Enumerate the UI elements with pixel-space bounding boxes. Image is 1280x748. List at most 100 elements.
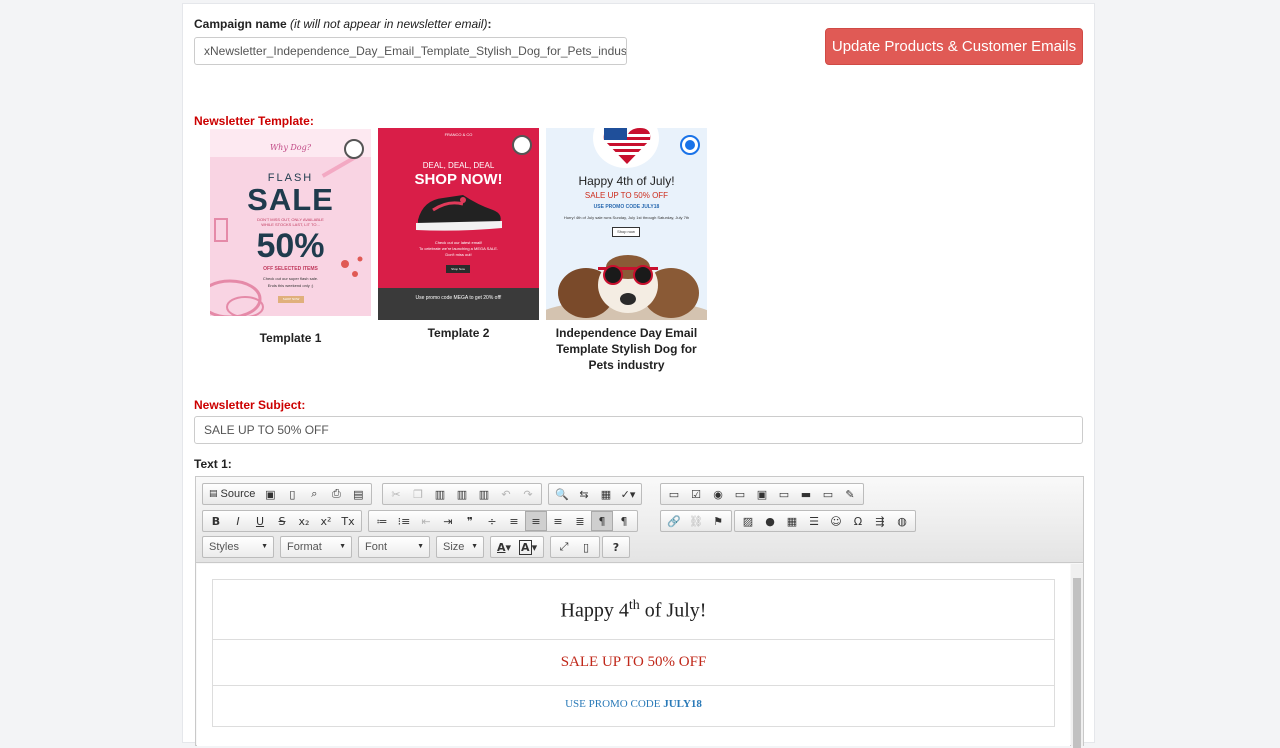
- campaign-form-panel: Campaign name (it will not appear in new…: [182, 3, 1095, 748]
- underline-icon[interactable]: U: [249, 511, 271, 531]
- copy-icon[interactable]: ❐: [407, 484, 429, 504]
- background-color-icon[interactable]: A ▾: [515, 537, 541, 557]
- bulleted-list-icon[interactable]: ⁝≡: [393, 511, 415, 531]
- page-break-icon[interactable]: ⇶: [869, 511, 891, 531]
- image-button-icon[interactable]: ▭: [817, 484, 839, 504]
- find-icon[interactable]: 🔍: [551, 484, 573, 504]
- form-icon[interactable]: ▭: [663, 484, 685, 504]
- template-2-radio[interactable]: [512, 135, 532, 155]
- update-products-button[interactable]: Update Products & Customer Emails: [825, 28, 1083, 65]
- image-icon[interactable]: ▨: [737, 511, 759, 531]
- rich-text-editor[interactable]: ▤ Source ▣ ▯ ⌕ ⎙ ▤ ✂ ❐ ▥ ▥ ▥ ↶ ↷ 🔍 ⇆ ▦ ✓▾: [195, 476, 1084, 748]
- dog-with-sunglasses-image: [546, 243, 707, 320]
- anchor-icon[interactable]: ⚑: [707, 511, 729, 531]
- editor-scrollbar[interactable]: [1071, 564, 1083, 748]
- preview-icon[interactable]: ⌕: [303, 484, 325, 504]
- basic-styles-group: B I U S x₂ x² Tx: [202, 510, 362, 532]
- email-title-row: Happy 4th of July!: [213, 580, 1054, 640]
- checkbox-icon[interactable]: ☑: [685, 484, 707, 504]
- numbered-list-icon[interactable]: ≔: [371, 511, 393, 531]
- template-2-shop-now: SHOP NOW!: [414, 171, 503, 188]
- radio-icon[interactable]: ◉: [707, 484, 729, 504]
- template-3-body: Hurry! 4th of July sale runs Sunday, Jul…: [563, 215, 690, 220]
- paste-icon[interactable]: ▥: [429, 484, 451, 504]
- special-char-icon[interactable]: Ω: [847, 511, 869, 531]
- horizontal-line-icon[interactable]: ☰: [803, 511, 825, 531]
- template-3-promo: USE PROMO CODE JULY18: [593, 204, 660, 210]
- replace-icon[interactable]: ⇆: [573, 484, 595, 504]
- email-promo-row: USE PROMO CODE JULY18: [565, 698, 702, 710]
- subscript-icon[interactable]: x₂: [293, 511, 315, 531]
- email-preview-table: Happy 4th of July! SALE UP TO 50% OFF US…: [212, 579, 1055, 727]
- new-page-icon[interactable]: ▯: [281, 484, 303, 504]
- editor-toolbar: ▤ Source ▣ ▯ ⌕ ⎙ ▤ ✂ ❐ ▥ ▥ ▥ ↶ ↷ 🔍 ⇆ ▦ ✓▾: [196, 477, 1083, 563]
- justify-icon[interactable]: ≣: [569, 511, 591, 531]
- ltr-icon[interactable]: ¶: [591, 511, 613, 531]
- align-center-icon[interactable]: ≡: [525, 511, 547, 531]
- select-icon[interactable]: ▭: [773, 484, 795, 504]
- textarea-icon[interactable]: ▣: [751, 484, 773, 504]
- template-3-button: Shop now: [612, 227, 640, 237]
- align-right-icon[interactable]: ≡: [547, 511, 569, 531]
- cut-icon[interactable]: ✂: [385, 484, 407, 504]
- button-icon[interactable]: ▬: [795, 484, 817, 504]
- template-2-thumbnail[interactable]: FRANCO & CO DEAL, DEAL, DEAL SHOP NOW! C…: [378, 128, 539, 320]
- table-icon[interactable]: ▦: [781, 511, 803, 531]
- italic-icon[interactable]: I: [227, 511, 249, 531]
- templates-icon[interactable]: ▤: [347, 484, 369, 504]
- strikethrough-icon[interactable]: S: [271, 511, 293, 531]
- rtl-icon[interactable]: ¶: [613, 511, 635, 531]
- template-1-thumbnail[interactable]: Why Dog? FLASH SALE DON'T MISS OUT, ONLY…: [210, 129, 371, 316]
- paste-text-icon[interactable]: ▥: [451, 484, 473, 504]
- unlink-icon[interactable]: ⛓: [685, 511, 707, 531]
- maximize-icon[interactable]: ⤢: [553, 537, 575, 557]
- about-group: ?: [602, 536, 630, 558]
- font-dropdown[interactable]: Font ▼: [358, 536, 430, 558]
- undo-icon[interactable]: ↶: [495, 484, 517, 504]
- newsletter-subject-input[interactable]: SALE UP TO 50% OFF: [194, 416, 1083, 444]
- save-icon[interactable]: ▣: [259, 484, 281, 504]
- campaign-name-input[interactable]: xNewsletter_Independence_Day_Email_Templ…: [194, 37, 627, 65]
- hidden-field-icon[interactable]: ✎: [839, 484, 861, 504]
- newsletter-template-label: Newsletter Template:: [194, 114, 314, 128]
- text-field-icon[interactable]: ▭: [729, 484, 751, 504]
- paste-word-icon[interactable]: ▥: [473, 484, 495, 504]
- template-1-off: OFF SELECTED ITEMS: [263, 266, 318, 272]
- help-icon[interactable]: ?: [605, 537, 627, 557]
- smiley-icon[interactable]: ☺: [825, 511, 847, 531]
- div-container-icon[interactable]: ÷: [481, 511, 503, 531]
- redo-icon[interactable]: ↷: [517, 484, 539, 504]
- remove-format-icon[interactable]: Tx: [337, 511, 359, 531]
- superscript-icon[interactable]: x²: [315, 511, 337, 531]
- format-dropdown[interactable]: Format ▼: [280, 536, 352, 558]
- styles-dropdown[interactable]: Styles ▼: [202, 536, 274, 558]
- template-2-deal: DEAL, DEAL, DEAL: [422, 161, 495, 170]
- link-icon[interactable]: 🔗: [663, 511, 685, 531]
- show-blocks-icon[interactable]: ▯: [575, 537, 597, 557]
- template-1-copy2: Ends this weekend only ;): [267, 283, 314, 288]
- flash-icon[interactable]: ●: [759, 511, 781, 531]
- template-1-percent: 50%: [256, 227, 325, 265]
- clipboard-tool-group: ✂ ❐ ▥ ▥ ▥ ↶ ↷: [382, 483, 542, 505]
- forms-tool-group: ▭ ☑ ◉ ▭ ▣ ▭ ▬ ▭ ✎: [660, 483, 864, 505]
- editor-content-area[interactable]: Happy 4th of July! SALE UP TO 50% OFF US…: [197, 564, 1070, 746]
- template-1-radio[interactable]: [344, 139, 364, 159]
- outdent-icon[interactable]: ⇤: [415, 511, 437, 531]
- template-2-copy2: To celebrate we're launching a MEGA SALE…: [418, 246, 499, 251]
- template-3-radio[interactable]: [680, 135, 700, 155]
- template-3-thumbnail[interactable]: Happy 4th of July! SALE UP TO 50% OFF US…: [546, 128, 707, 320]
- size-dropdown[interactable]: Size ▼: [436, 536, 484, 558]
- text-color-icon[interactable]: A ▾: [493, 537, 515, 557]
- print-icon[interactable]: ⎙: [325, 484, 347, 504]
- indent-icon[interactable]: ⇥: [437, 511, 459, 531]
- insert-group: ▨ ● ▦ ☰ ☺ Ω ⇶ ◍: [734, 510, 916, 532]
- blockquote-icon[interactable]: ❞: [459, 511, 481, 531]
- spellcheck-icon[interactable]: ✓▾: [617, 484, 639, 504]
- align-left-icon[interactable]: ≡: [503, 511, 525, 531]
- bold-icon[interactable]: B: [205, 511, 227, 531]
- select-all-icon[interactable]: ▦: [595, 484, 617, 504]
- text-1-label: Text 1:: [194, 457, 232, 471]
- source-button[interactable]: ▤ Source: [205, 484, 259, 504]
- template-2-button: Shop Now: [446, 265, 470, 273]
- iframe-icon[interactable]: ◍: [891, 511, 913, 531]
